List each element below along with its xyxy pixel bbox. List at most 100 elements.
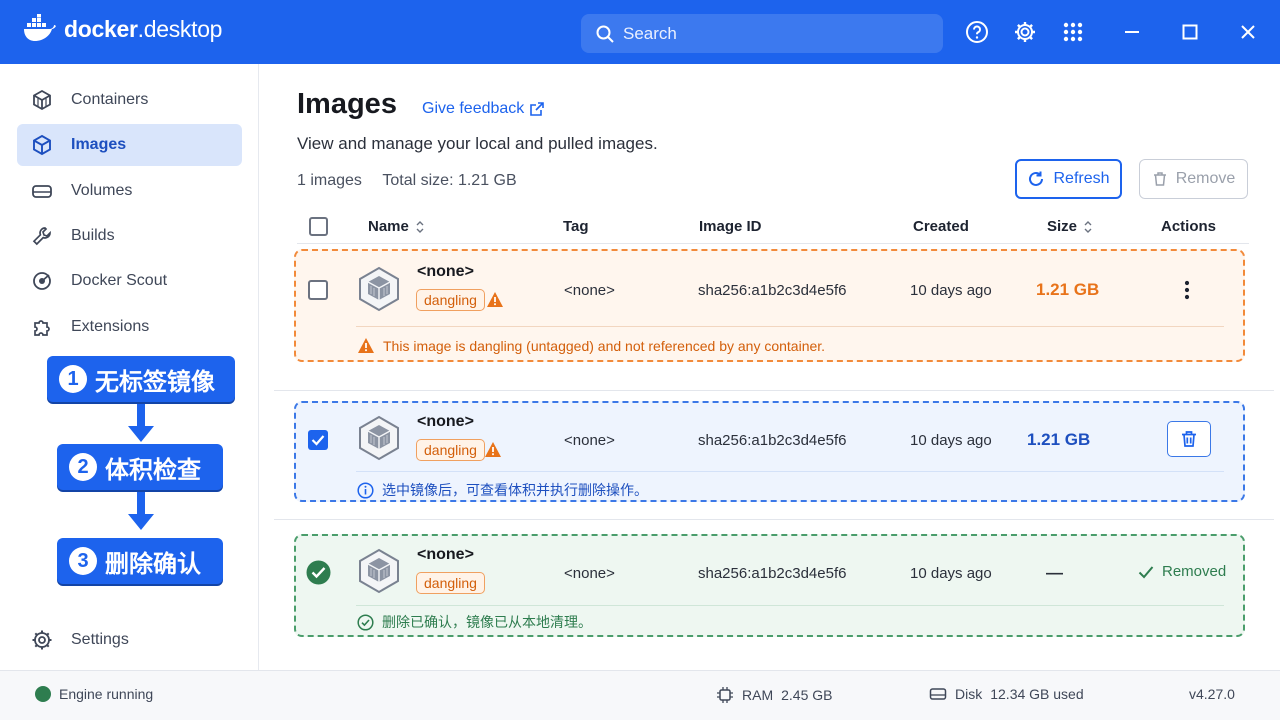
step-number: 1 (59, 365, 87, 393)
note-text: 选中镜像后，可查看体积并执行删除操作。 (382, 482, 648, 498)
sidebar-item-label: Volumes (71, 182, 133, 199)
image-layers-icon (359, 415, 399, 461)
image-created: 10 days ago (910, 432, 992, 449)
divider (356, 326, 1224, 327)
step-number: 3 (69, 547, 97, 575)
sidebar-item-volumes[interactable]: Volumes (17, 170, 242, 212)
sidebar-item-docker-scout[interactable]: Docker Scout (17, 260, 242, 302)
sidebar-item-label: Docker Scout (71, 272, 168, 289)
table-row[interactable]: <none> dangling <none> sha256:a1b2c3d4e5… (294, 401, 1245, 502)
main-content: Images Give feedback View and manage you… (260, 64, 1280, 670)
apps-grid-icon[interactable] (1061, 20, 1085, 44)
trash-icon (1153, 172, 1166, 186)
image-layers-icon (359, 548, 399, 594)
dangling-note: This image is dangling (untagged) and no… (357, 337, 825, 354)
image-size: — (1046, 563, 1063, 582)
image-created: 10 days ago (910, 565, 992, 582)
column-label: Tag (563, 218, 589, 235)
column-label: Actions (1161, 218, 1217, 235)
sidebar-item-settings[interactable]: Settings (17, 619, 242, 661)
image-id: sha256:a1b2c3d4e5f6 (698, 432, 847, 449)
dangling-badge: dangling (416, 289, 485, 311)
column-created: Created (913, 218, 969, 235)
sidebar-item-extensions[interactable]: Extensions (17, 306, 242, 348)
engine-status[interactable]: Engine running (35, 686, 153, 702)
image-count: 1 images (297, 172, 362, 189)
gear-icon[interactable] (1013, 20, 1037, 44)
maximize-icon[interactable] (1178, 20, 1202, 44)
sidebar-item-builds[interactable]: Builds (17, 215, 242, 257)
search-icon (596, 25, 614, 43)
close-icon[interactable] (1236, 20, 1260, 44)
warning-icon (485, 442, 501, 457)
feedback-label: Give feedback (422, 100, 525, 117)
column-size[interactable]: Size (1047, 218, 1093, 235)
help-icon[interactable] (965, 20, 989, 44)
column-name[interactable]: Name (368, 218, 425, 235)
table-row: <none> dangling <none> sha256:a1b2c3d4e5… (294, 534, 1245, 637)
sidebar: Containers Images Volumes Builds Docker … (0, 64, 259, 670)
down-arrow-icon (128, 492, 154, 530)
row-divider (274, 519, 1274, 520)
row-checkbox-checked[interactable] (308, 430, 328, 450)
step-label: 删除确认 (105, 550, 201, 578)
removed-note: 删除已确认，镜像已从本地清理。 (357, 612, 592, 632)
container-icon (33, 89, 51, 111)
step-3-callout: 3 删除确认 (57, 538, 223, 584)
step-number: 2 (69, 453, 97, 481)
row-checkbox[interactable] (308, 280, 328, 300)
warning-icon (487, 292, 503, 307)
give-feedback-link[interactable]: Give feedback (422, 100, 545, 118)
image-layers-icon (359, 266, 399, 312)
remove-label: Remove (1175, 170, 1236, 187)
note-text: This image is dangling (untagged) and no… (383, 337, 826, 354)
refresh-button[interactable]: Refresh (1015, 159, 1122, 199)
refresh-label: Refresh (1053, 170, 1110, 187)
removed-label: Removed (1162, 563, 1227, 580)
search-placeholder: Search (623, 23, 677, 43)
search-input[interactable]: Search (581, 14, 943, 53)
image-name: <none> (417, 263, 474, 280)
more-options-icon[interactable] (1183, 279, 1191, 301)
minimize-icon[interactable] (1120, 20, 1144, 44)
version-label: v4.27.0 (1189, 686, 1235, 702)
warning-icon (358, 338, 374, 353)
external-link-icon (530, 102, 545, 116)
step-1-callout: 1 无标签镜像 (47, 356, 235, 402)
image-tag: <none> (564, 282, 615, 299)
step-2-callout: 2 体积检查 (57, 444, 223, 490)
image-id: sha256:a1b2c3d4e5f6 (698, 565, 847, 582)
volume-drive-icon (32, 185, 52, 198)
wrench-icon (32, 227, 51, 246)
success-check-icon (306, 560, 331, 585)
docker-whale-icon (24, 14, 56, 41)
selection-note: 选中镜像后，可查看体积并执行删除操作。 (357, 480, 648, 500)
ram-label: RAM (742, 687, 774, 703)
scout-icon (33, 272, 51, 290)
sidebar-item-label: Containers (71, 91, 149, 108)
docker-desktop-logo: docker.desktop (22, 14, 222, 44)
image-cube-icon (33, 134, 51, 156)
sidebar-item-images[interactable]: Images (17, 124, 242, 166)
engine-status-label: Engine running (59, 686, 154, 702)
remove-button[interactable]: Remove (1139, 159, 1248, 199)
image-id: sha256:a1b2c3d4e5f6 (698, 282, 847, 299)
logo-word-docker: docker (64, 15, 138, 42)
image-tag: <none> (564, 432, 615, 449)
check-circle-icon (357, 613, 374, 631)
image-size: 1.21 GB (1027, 430, 1091, 449)
removed-status: Removed (1138, 563, 1226, 580)
column-label: Created (913, 218, 969, 235)
delete-button[interactable] (1167, 421, 1211, 457)
ram-usage: RAM 2.45 GB (716, 686, 833, 704)
down-arrow-icon (128, 404, 154, 442)
select-all-checkbox[interactable] (309, 217, 328, 236)
table-header: Name Tag Image ID Created Size Actions (297, 214, 1249, 244)
image-tag: <none> (564, 565, 615, 582)
divider (356, 605, 1224, 606)
sidebar-item-containers[interactable]: Containers (17, 79, 242, 121)
check-icon (311, 435, 325, 446)
sort-icon (416, 220, 424, 233)
table-row[interactable]: <none> dangling <none> sha256:a1b2c3d4e5… (294, 249, 1245, 362)
column-label: Image ID (699, 218, 762, 235)
